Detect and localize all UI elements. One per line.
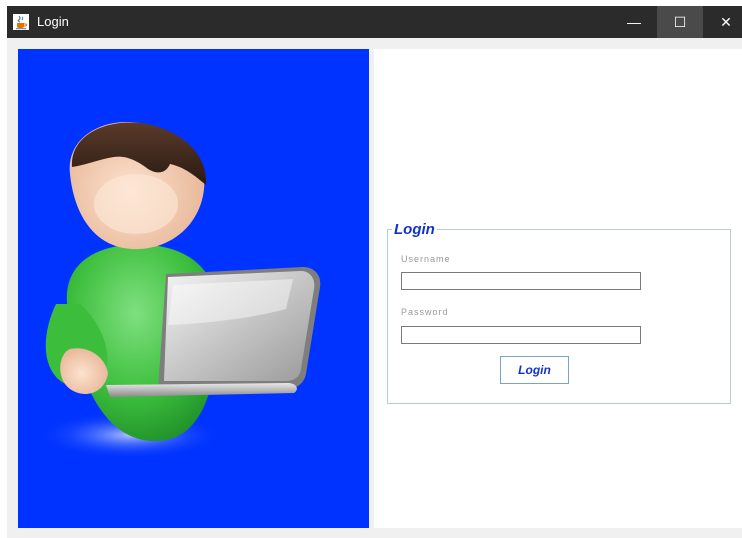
user-with-laptop-icon [38,122,321,459]
login-button[interactable]: Login [500,356,569,384]
username-label: Username [401,254,451,264]
password-label: Password [401,307,449,317]
window-title: Login [37,14,69,29]
password-input[interactable] [401,326,641,344]
window-content: Login Username Password Login [7,38,742,528]
username-input[interactable] [401,272,641,290]
maximize-button[interactable]: ☐ [657,6,703,38]
java-cup-icon [13,14,29,30]
login-group-title: Login [392,221,437,239]
window-bottom-border [7,528,742,538]
minimize-button[interactable]: — [611,6,657,38]
form-panel: Login Username Password Login [374,49,742,528]
close-icon: ✕ [720,13,732,30]
illustration-panel [18,49,369,528]
login-group-box: Login Username Password Login [387,221,731,404]
minimize-icon: — [627,14,641,30]
login-window: Login — ☐ ✕ Login Username Password Logi… [7,6,742,538]
title-bar[interactable]: Login — ☐ ✕ [7,6,742,38]
close-button[interactable]: ✕ [703,6,742,38]
maximize-icon: ☐ [673,13,687,30]
